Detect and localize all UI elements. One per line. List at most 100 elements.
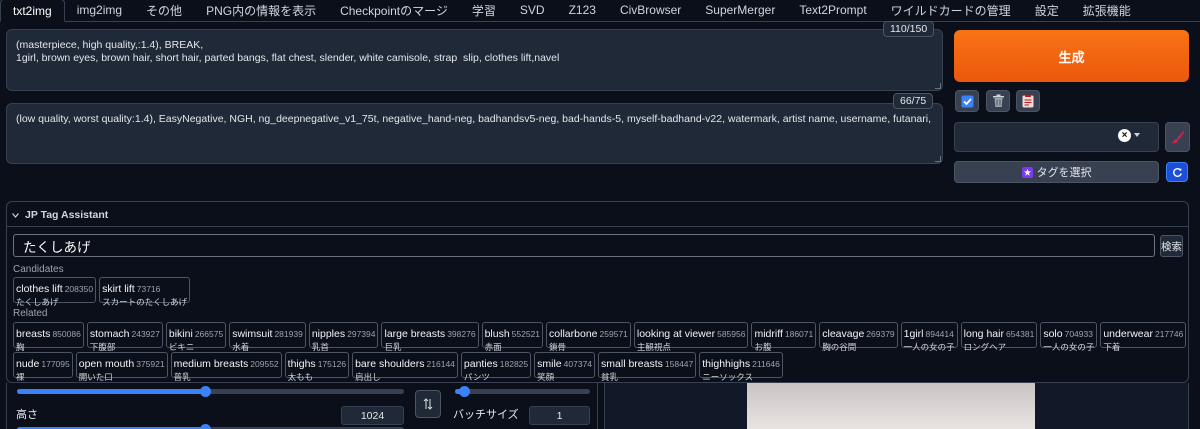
tag-chip[interactable]: 1girl 894414 一人の女の子 [900, 322, 958, 352]
negative-prompt-resize-grip[interactable] [935, 156, 941, 162]
tab-1[interactable]: img2img [65, 0, 134, 21]
tag-chip[interactable]: swimsuit 281939 水着 [229, 322, 306, 352]
tag-chip-english: medium breasts [173, 358, 249, 370]
width-slider[interactable] [17, 386, 404, 397]
tag-chip[interactable]: open mouth 375921 開いた口 [75, 352, 168, 382]
prompt-resize-grip[interactable] [935, 83, 941, 89]
negative-prompt-textarea[interactable]: (low quality, worst quality:1.4), EasyNe… [6, 103, 943, 164]
slider-handle[interactable] [200, 424, 211, 429]
tag-chip-count: 186071 [784, 329, 814, 339]
jp-tag-assistant-header[interactable]: JP Tag Assistant [12, 209, 108, 221]
batch-size-input[interactable]: 1 [529, 406, 590, 425]
batch-count-slider[interactable] [455, 386, 590, 397]
trash-tool-button[interactable] [986, 90, 1010, 112]
tab-9[interactable]: SuperMerger [693, 0, 787, 21]
tag-chip-japanese: スカートのたくしあげ [102, 297, 188, 307]
tag-chip-english: collarbone [549, 328, 598, 340]
tab-5[interactable]: 学習 [460, 0, 508, 21]
tag-chip-english: breasts [16, 328, 51, 340]
tag-chip-count: 158447 [664, 359, 694, 369]
tag-chip[interactable]: clothes lift 208350 たくしあげ [13, 277, 97, 307]
tag-chip[interactable]: skirt lift 73716 スカートのたくしあげ [99, 277, 191, 307]
tag-chip[interactable]: stomach 243927 下腹部 [86, 322, 163, 352]
tag-chip-count: 850086 [52, 329, 81, 339]
clear-selection-icon[interactable]: × [1118, 129, 1131, 142]
tab-12[interactable]: 設定 [1023, 0, 1071, 21]
tag-chip[interactable]: bikini 266575 ビキニ [165, 322, 227, 352]
tag-select-button[interactable]: タグを選択 [954, 161, 1159, 183]
related-label: Related [13, 308, 48, 319]
chevron-down-icon[interactable] [1134, 133, 1140, 137]
tag-chip[interactable]: cleavage 269379 胸の谷間 [819, 322, 898, 352]
related-list: breasts 850086 胸 stomach 243927 下腹部 bikini 2665… [13, 322, 1187, 352]
tag-chip[interactable]: small breasts 158447 貧乳 [598, 352, 697, 382]
tag-chip-count: 269379 [866, 329, 895, 339]
tab-7[interactable]: Z123 [557, 0, 608, 21]
tag-chip-english: 1girl [903, 328, 924, 340]
tab-6[interactable]: SVD [508, 0, 557, 21]
tab-4[interactable]: Checkpointのマージ [328, 0, 460, 21]
slider-handle[interactable] [200, 386, 211, 397]
height-label: 高さ [16, 409, 38, 421]
generate-button[interactable]: 生成 [954, 30, 1189, 82]
edit-styles-button[interactable] [1165, 122, 1190, 152]
swap-dimensions-button[interactable] [415, 390, 441, 418]
tag-search-input[interactable]: たくしあげ [13, 234, 1155, 257]
candidates-list: clothes lift 208350 たくしあげ skirt lift 73716 スカ… [13, 277, 191, 307]
tag-chip[interactable]: blush 552521 赤面 [481, 322, 544, 352]
height-input[interactable]: 1024 [341, 406, 404, 425]
tab-2[interactable]: その他 [134, 0, 194, 21]
tag-chip[interactable]: panties 182825 パンツ [460, 352, 532, 382]
tag-chip-japanese: ロングヘア [963, 342, 1007, 352]
tag-chip[interactable]: solo 704933 一人の女の子 [1040, 322, 1098, 352]
tag-chip[interactable]: looking at viewer 585956 主観視点 [633, 322, 749, 352]
tag-chip-english: thighhighs [702, 358, 751, 370]
refresh-button[interactable] [1166, 162, 1188, 182]
tag-chip-japanese: たくしあげ [16, 297, 59, 307]
tag-chip-count: 266575 [194, 329, 224, 339]
batch-size-label: バッチサイズ [453, 409, 519, 421]
tag-chip[interactable]: thighs 175126 太もも [284, 352, 350, 382]
tag-chip-count: 654381 [1005, 329, 1035, 339]
tag-chip-japanese: 下着 [1103, 342, 1121, 352]
tag-chip[interactable]: bare shoulders 216144 肩出し [352, 352, 458, 382]
tag-chip-english: panties [463, 358, 498, 370]
tag-chip[interactable]: collarbone 259571 鎖骨 [546, 322, 631, 352]
checkbox-tool-button[interactable] [955, 90, 979, 112]
slider-handle[interactable] [459, 386, 470, 397]
tag-chip-english: clothes lift [16, 283, 63, 295]
tag-search-button[interactable]: 検索 [1160, 235, 1183, 257]
trash-icon [992, 94, 1004, 107]
tag-chip-count: 177095 [41, 359, 70, 369]
tag-chip[interactable]: nude 177095 裸 [13, 352, 73, 382]
prompt-token-counter: 110/150 [883, 21, 935, 37]
tag-chip-count: 208350 [64, 284, 94, 294]
tab-8[interactable]: CivBrowser [608, 0, 693, 21]
tab-0[interactable]: txt2img [0, 0, 65, 22]
checkbox-icon [961, 95, 973, 107]
tag-chip-english: nude [16, 358, 40, 370]
tab-10[interactable]: Text2Prompt [787, 0, 878, 21]
tag-chip-english: cleavage [822, 328, 865, 340]
tag-chip[interactable]: smile 407374 笑顔 [534, 352, 596, 382]
clipboard-tool-button[interactable] [1016, 90, 1040, 112]
tag-chip-english: smile [537, 358, 562, 370]
tag-chip-english: skirt lift [102, 283, 135, 295]
tag-chip[interactable]: underwear 217746 下着 [1100, 322, 1187, 352]
tag-chip-english: nipples [311, 328, 346, 340]
tag-chip-count: 182825 [499, 359, 529, 369]
tag-chip-count: 211646 [752, 359, 780, 369]
output-image[interactable] [747, 383, 1035, 429]
tag-chip[interactable]: breasts 850086 胸 [13, 322, 84, 352]
tag-chip[interactable]: medium breasts 209552 普乳 [170, 352, 282, 382]
tag-chip[interactable]: nipples 297394 乳首 [308, 322, 379, 352]
tag-chip-count: 552521 [511, 329, 541, 339]
tab-11[interactable]: ワイルドカードの管理 [879, 0, 1023, 21]
tag-chip[interactable]: long hair 654381 ロングヘア [960, 322, 1038, 352]
tag-chip[interactable]: thighhighs 211646 ニーソックス [699, 352, 783, 382]
tab-13[interactable]: 拡張機能 [1071, 0, 1143, 21]
tag-chip[interactable]: midriff 186071 お腹 [751, 322, 817, 352]
prompt-textarea[interactable]: (masterpiece, high quality,:1.4), BREAK,… [6, 29, 943, 91]
tag-chip[interactable]: large breasts 398276 巨乳 [381, 322, 479, 352]
tab-3[interactable]: PNG内の情報を表示 [194, 0, 328, 21]
